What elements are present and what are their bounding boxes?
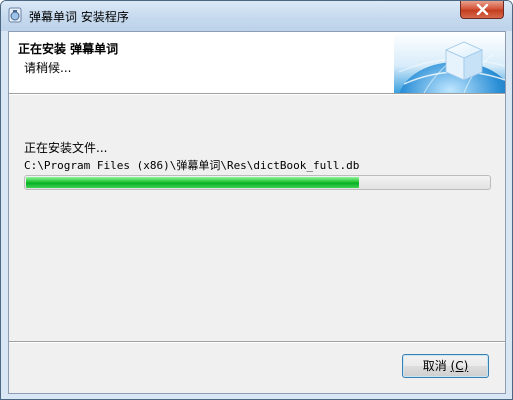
progress-bar-fill: [26, 177, 359, 188]
install-status-text: 正在安装文件...: [24, 141, 108, 155]
footer-divider: [9, 341, 505, 343]
installer-app-icon: [8, 7, 22, 23]
installer-client-area: 正在安装 弹幕单词 请稍候... 正在安装文件... C:\Program Fi…: [8, 31, 506, 394]
cancel-button-label: 取消: [422, 359, 447, 373]
close-button[interactable]: [460, 1, 504, 19]
header-divider: [9, 93, 505, 95]
installer-window: 弹幕单词 安装程序 正在安装 弹幕单词 请稍候... 正在安装文件... C:\…: [0, 0, 513, 400]
title-bar[interactable]: 弹幕单词 安装程序: [1, 1, 512, 31]
cancel-button-mnemonic: (C): [450, 359, 469, 373]
close-icon: [476, 4, 489, 15]
page-title: 正在安装 弹幕单词: [18, 42, 119, 56]
current-file-path: C:\Program Files (x86)\弹幕单词\Res\dictBook…: [24, 159, 360, 172]
window-title: 弹幕单词 安装程序: [29, 10, 129, 24]
install-progress-bar: [24, 175, 491, 190]
header-panel: 正在安装 弹幕单词 请稍候...: [9, 32, 505, 93]
cancel-button[interactable]: 取消 (C): [402, 354, 489, 378]
page-subtitle: 请稍候...: [24, 61, 72, 75]
header-banner-image: [394, 32, 505, 93]
